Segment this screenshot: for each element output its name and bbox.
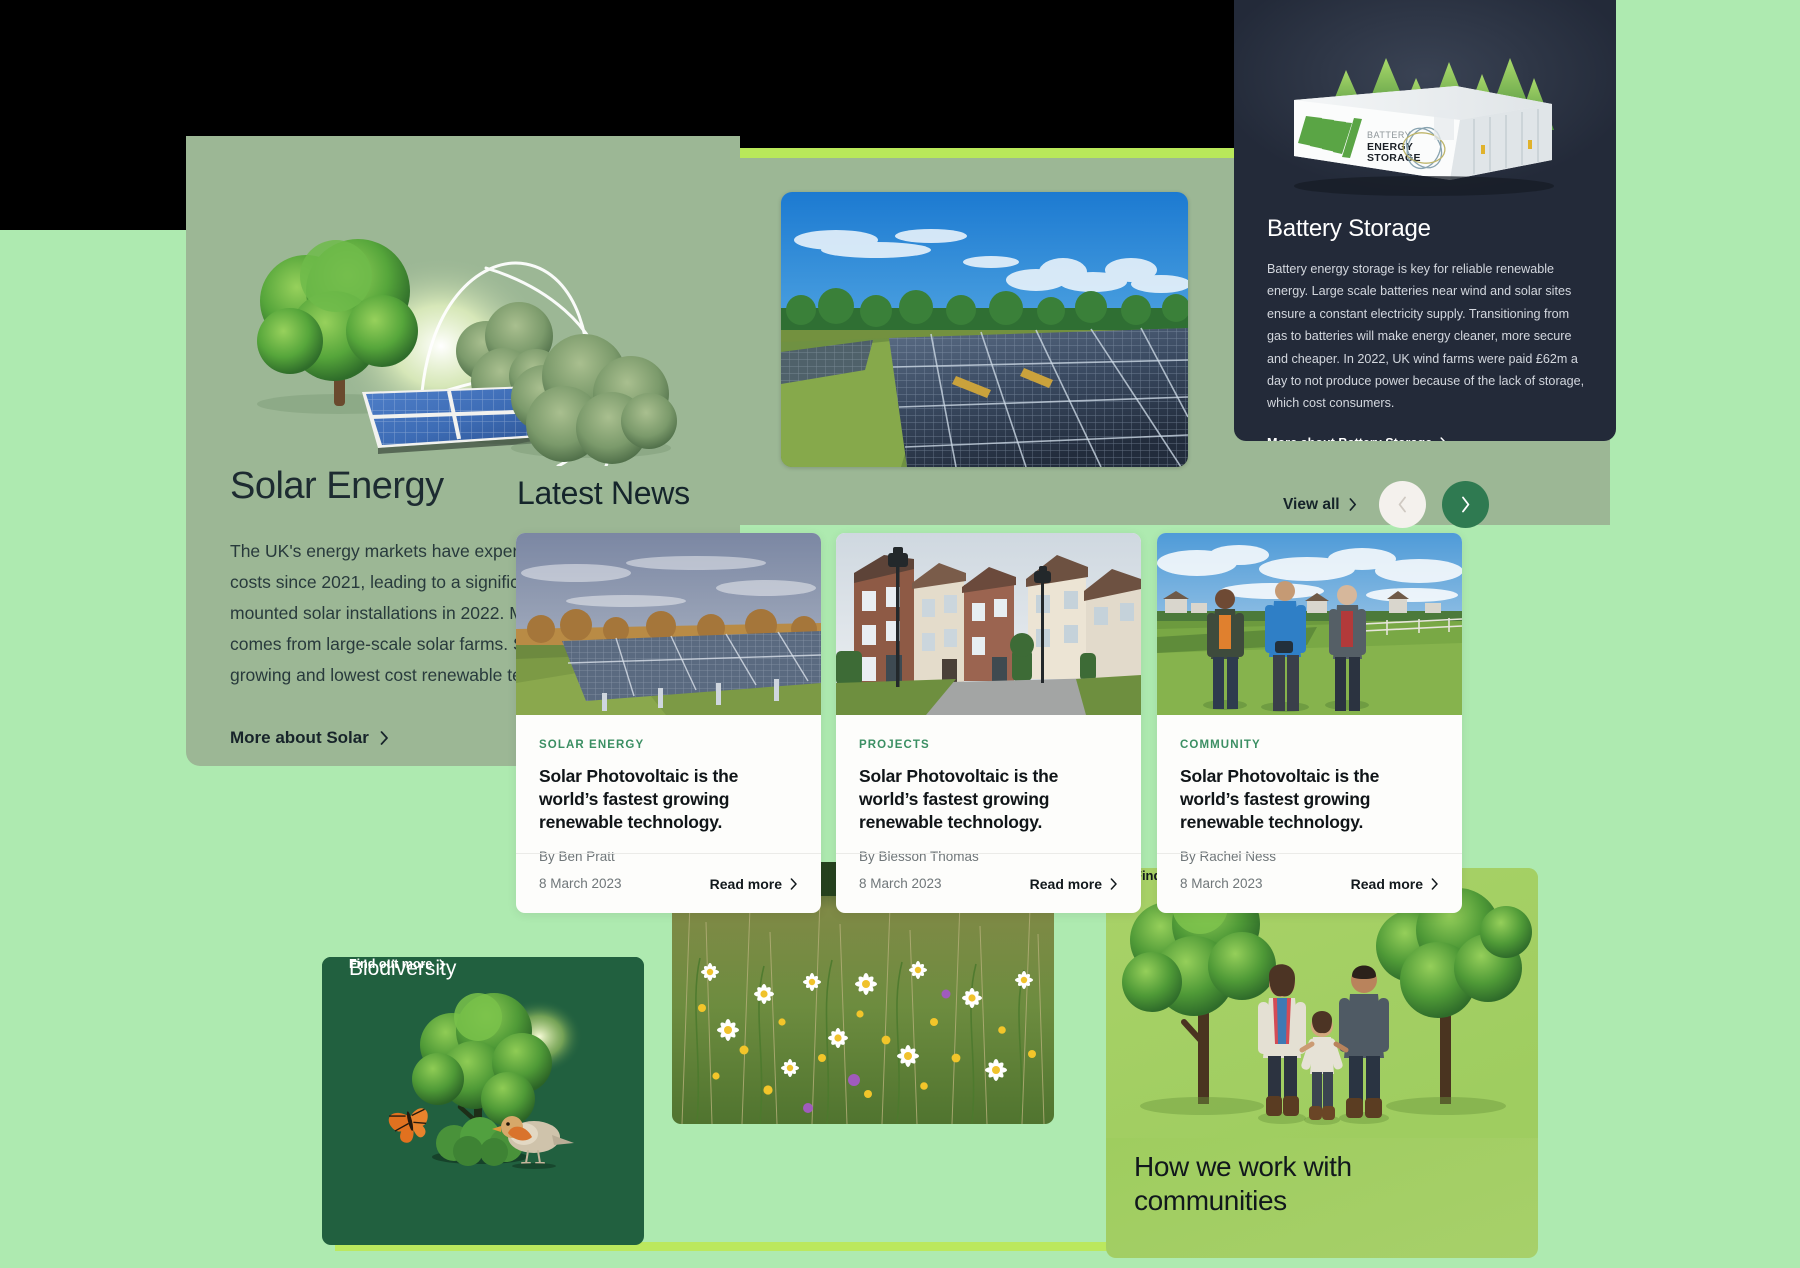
solar-energy-illustration xyxy=(186,136,740,466)
read-more-link[interactable]: Read more xyxy=(710,876,798,892)
view-all-label: View all xyxy=(1283,495,1340,513)
news-card[interactable]: PROJECTS Solar Photovoltaic is the world… xyxy=(836,533,1141,913)
news-card-body: PROJECTS Solar Photovoltaic is the world… xyxy=(836,715,1141,864)
chevron-right-icon xyxy=(1440,437,1447,441)
news-card-date: 8 March 2023 xyxy=(1180,876,1263,891)
carousel-next-button[interactable] xyxy=(1441,481,1489,528)
carousel-prev-button[interactable] xyxy=(1378,481,1426,528)
page-canvas: Solar Energy The UK's energy markets hav… xyxy=(0,0,1800,1268)
read-more-link[interactable]: Read more xyxy=(1030,876,1118,892)
communities-card[interactable]: How we work with communities Find out mo… xyxy=(1106,868,1538,1258)
news-card-image xyxy=(516,533,821,715)
battery-storage-card[interactable]: BATTERY ENERGY STORAGE Battery Storage B… xyxy=(1234,0,1616,441)
news-card-category: PROJECTS xyxy=(859,739,930,751)
biodiversity-card[interactable]: Biodiversity Find out more xyxy=(322,957,644,1245)
read-more-label: Read more xyxy=(709,875,782,892)
chevron-right-icon xyxy=(380,730,389,745)
more-about-battery-storage-label: More about Battery Storage xyxy=(1267,436,1432,441)
chevron-right-icon xyxy=(439,958,446,970)
chevron-right-icon xyxy=(1349,498,1357,511)
news-card-image xyxy=(1157,533,1462,715)
solar-farm-hero-photo xyxy=(781,192,1188,467)
news-card-footer: 8 March 2023 Read more xyxy=(516,853,821,913)
more-about-solar-link[interactable]: More about Solar xyxy=(230,728,389,748)
communities-title: How we work with communities xyxy=(1134,1151,1352,1217)
news-card-image xyxy=(836,533,1141,715)
latest-news-heading: Latest News xyxy=(517,475,690,511)
news-card-headline: Solar Photovoltaic is the world’s fastes… xyxy=(1180,766,1380,833)
more-about-solar-label: More about Solar xyxy=(230,727,369,747)
chevron-right-icon xyxy=(1431,877,1439,890)
news-card-category: SOLAR ENERGY xyxy=(539,739,645,751)
more-about-battery-storage-link[interactable]: More about Battery Storage xyxy=(1267,436,1447,441)
biodiversity-find-out-more-link[interactable]: Find out more xyxy=(349,957,446,971)
read-more-link[interactable]: Read more xyxy=(1351,876,1439,892)
svg-text:STORAGE: STORAGE xyxy=(1367,152,1421,164)
news-carousel-controls: View all xyxy=(1283,481,1489,528)
read-more-label: Read more xyxy=(1029,875,1102,892)
news-card-body: COMMUNITY Solar Photovoltaic is the worl… xyxy=(1157,715,1462,864)
battery-storage-body-text: Battery energy storage is key for reliab… xyxy=(1267,262,1585,411)
news-card-body: SOLAR ENERGY Solar Photovoltaic is the w… xyxy=(516,715,821,864)
news-card-headline: Solar Photovoltaic is the world’s fastes… xyxy=(859,766,1059,833)
chevron-right-icon xyxy=(1460,496,1471,513)
news-card-date: 8 March 2023 xyxy=(859,876,942,891)
biodiversity-find-out-more-label: Find out more xyxy=(349,957,433,971)
chevron-right-icon xyxy=(1110,877,1118,890)
view-all-link[interactable]: View all xyxy=(1283,496,1357,514)
biodiversity-illustration xyxy=(322,957,644,1182)
news-card-footer: 8 March 2023 Read more xyxy=(836,853,1141,913)
battery-storage-card-body: Battery Storage Battery energy storage i… xyxy=(1267,215,1592,441)
news-card-category: COMMUNITY xyxy=(1180,739,1261,751)
chevron-left-icon xyxy=(1397,496,1408,513)
battery-storage-illustration: BATTERY ENERGY STORAGE xyxy=(1234,0,1616,215)
chevron-right-icon xyxy=(790,877,798,890)
news-card[interactable]: COMMUNITY Solar Photovoltaic is the worl… xyxy=(1157,533,1462,913)
read-more-label: Read more xyxy=(1350,875,1423,892)
background-plate-left xyxy=(0,230,190,1268)
battery-storage-title: Battery Storage xyxy=(1267,215,1431,242)
news-card[interactable]: SOLAR ENERGY Solar Photovoltaic is the w… xyxy=(516,533,821,913)
news-card-footer: 8 March 2023 Read more xyxy=(1157,853,1462,913)
background-plate-right xyxy=(1610,0,1800,1268)
news-card-headline: Solar Photovoltaic is the world’s fastes… xyxy=(539,766,739,833)
svg-text:BATTERY: BATTERY xyxy=(1367,130,1411,140)
news-card-date: 8 March 2023 xyxy=(539,876,622,891)
